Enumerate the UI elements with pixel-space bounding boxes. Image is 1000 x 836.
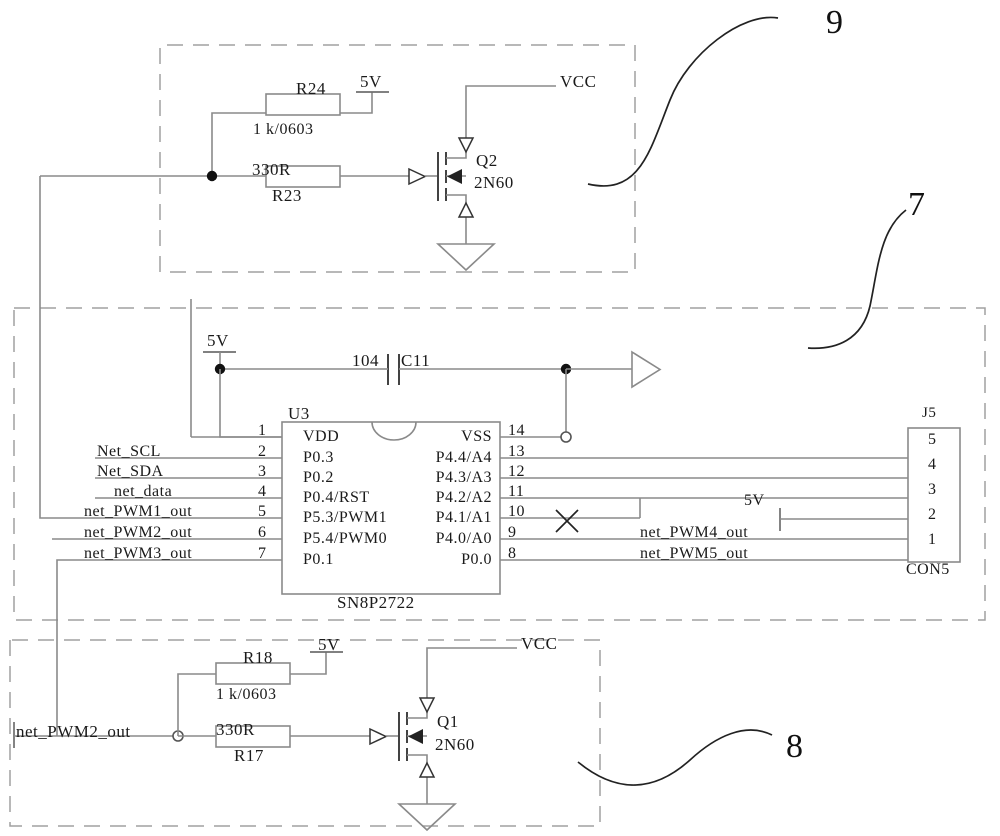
q1-ref-label: Q1: [437, 712, 459, 731]
u3-pin-name-p54pwm0: P5.4/PWM0: [303, 530, 388, 547]
c11-ref-label: C11: [401, 351, 431, 370]
u3-pin-num-6: 6: [258, 524, 267, 541]
net-label-scl: Net_SCL: [97, 443, 161, 460]
net-label-pwm3-out: net_PWM3_out: [84, 545, 193, 562]
u3-pin-num-9: 9: [508, 524, 517, 541]
r24-ref-label: R24: [296, 79, 326, 98]
u3-pin-name-p03: P0.3: [303, 449, 334, 466]
u3-pin-num-1: 1: [258, 422, 267, 439]
schematic-canvas: .w{stroke:#8a8a8a;stroke-width:1.6;fill:…: [9, 16, 986, 832]
u3-pin-num-13: 13: [508, 443, 525, 460]
u3-pin-num-3: 3: [258, 463, 267, 480]
r24-value-label: 1 k/0603: [253, 121, 314, 138]
j5-5v-label: 5V: [744, 492, 765, 509]
q2-part-label: 2N60: [474, 173, 514, 192]
u3-pin-name-p44a4: P4.4/A4: [435, 449, 492, 466]
u3-pin-num-11: 11: [508, 483, 525, 500]
bottom-vcc-label: VCC: [521, 634, 558, 653]
u3-pin-name-p41a1: P4.1/A1: [435, 509, 492, 526]
r23-value-label: 330R: [252, 160, 291, 179]
top-vcc-label: VCC: [560, 72, 597, 91]
bottom-5v-label: 5V: [318, 635, 340, 654]
j5-part-label: CON5: [906, 561, 950, 578]
u3-pin-name-p53pwm1: P5.3/PWM1: [303, 509, 388, 526]
bottom-input-net-label: net_PWM2_out: [16, 722, 131, 741]
schematic-sheet: .w{stroke:#8a8a8a;stroke-width:1.6;fill:…: [0, 0, 1000, 836]
u3-pin-num-14: 14: [508, 422, 525, 439]
r17-ref-label: R17: [234, 746, 264, 765]
u3-pin-name-vdd: VDD: [303, 428, 340, 445]
j5-pin-4: 4: [928, 456, 937, 473]
j5-pin-3: 3: [928, 481, 937, 498]
u3-pin-name-p00: P0.0: [461, 551, 492, 568]
callout-7-label: 7: [908, 186, 926, 223]
u3-pin-num-8: 8: [508, 545, 517, 562]
u3-pin-num-4: 4: [258, 483, 267, 500]
u3-pin-name-p40a0: P4.0/A0: [435, 530, 492, 547]
u3-pin-num-5: 5: [258, 503, 267, 520]
c11-value-label: 104: [352, 351, 379, 370]
net-label-pwm2-out: net_PWM2_out: [84, 524, 193, 541]
mid-5v-label: 5V: [207, 331, 229, 350]
callout-leader-8: [577, 729, 773, 786]
u3-pin-num-10: 10: [508, 503, 525, 520]
net-label-pwm4-out: net_PWM4_out: [640, 524, 749, 541]
j5-pin-2: 2: [928, 506, 937, 523]
u3-pin-name-p04rst: P0.4/RST: [303, 489, 370, 506]
j5-ref-label: J5: [922, 405, 937, 421]
r18-value-label: 1 k/0603: [216, 686, 277, 703]
middle-block-wires: [39, 176, 961, 736]
u3-pin-num-2: 2: [258, 443, 267, 460]
net-label-pwm5-out: net_PWM5_out: [640, 545, 749, 562]
u3-pin-num-7: 7: [258, 545, 267, 562]
net-label-pwm1-out: net_PWM1_out: [84, 503, 193, 520]
u3-pin-name-p43a3: P4.3/A3: [435, 469, 492, 486]
u3-pin-name-p02: P0.2: [303, 469, 334, 486]
r18-ref-label: R18: [243, 648, 273, 667]
net-label-data: net_data: [114, 483, 173, 500]
r23-ref-label: R23: [272, 186, 302, 205]
q1-part-label: 2N60: [435, 735, 475, 754]
top-5v-label: 5V: [360, 72, 382, 91]
q2-ref-label: Q2: [476, 151, 498, 170]
u3-pin-name-p01: P0.1: [303, 551, 334, 568]
net-label-sda: Net_SDA: [97, 463, 164, 480]
callout-leaders: [577, 16, 907, 786]
callout-leader-7: [807, 209, 907, 350]
callout-leader-9: [587, 16, 779, 187]
j5-pin-5: 5: [928, 431, 937, 448]
r17-value-label: 330R: [216, 720, 255, 739]
callout-8-label: 8: [786, 728, 804, 765]
u3-part-label: SN8P2722: [337, 593, 415, 612]
j5-pin-1: 1: [928, 531, 937, 548]
u3-ref-label: U3: [288, 404, 310, 423]
u3-pin-name-vss: VSS: [461, 428, 492, 445]
u3-pin-num-12: 12: [508, 463, 525, 480]
u3-pin-name-p42a2: P4.2/A2: [435, 489, 492, 506]
callout-9-label: 9: [826, 4, 844, 41]
